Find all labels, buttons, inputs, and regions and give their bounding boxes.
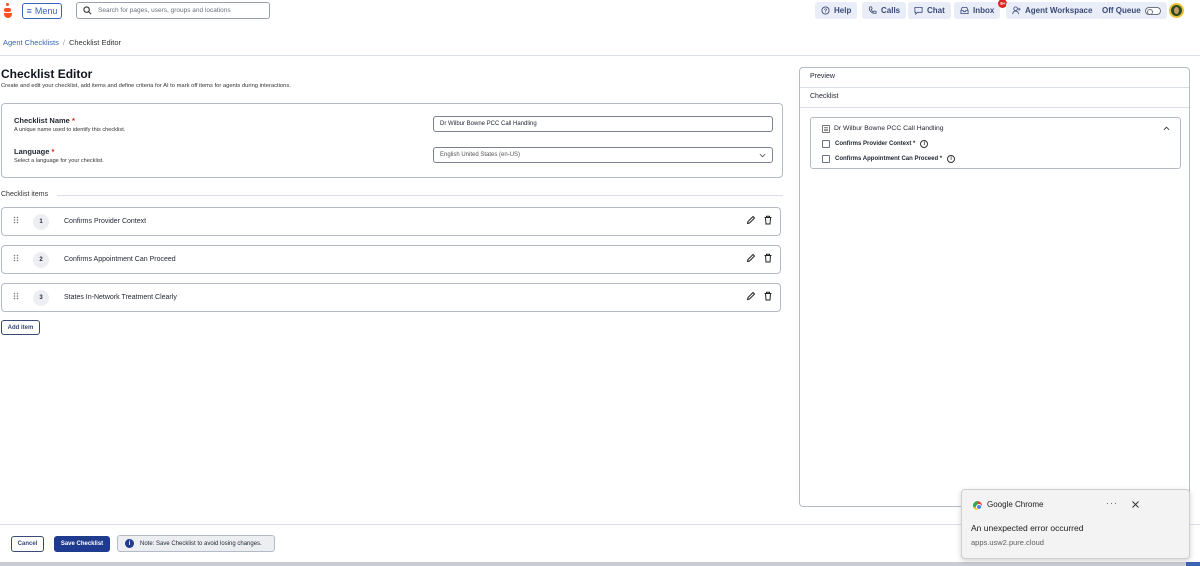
preview-checklist-row: Confirms Provider Context * i — [822, 140, 929, 148]
preview-panel: Preview Checklist Dr Wilbur Bowne PCC Ca… — [799, 67, 1190, 507]
notification-app-name: Google Chrome — [987, 500, 1044, 509]
help-icon: ? — [821, 6, 830, 15]
required-mark: * — [51, 147, 55, 156]
trash-icon[interactable] — [763, 253, 773, 263]
trash-icon[interactable] — [763, 291, 773, 301]
chevron-up-icon[interactable] — [1163, 125, 1170, 132]
drag-handle-icon[interactable] — [13, 254, 19, 264]
info-icon: i — [125, 539, 134, 548]
close-icon[interactable] — [1131, 500, 1140, 509]
page-title: Checklist Editor — [1, 67, 93, 81]
divider — [800, 87, 1189, 88]
language-label: Language * — [14, 147, 54, 156]
save-note: i Note: Save Checklist to avoid losing c… — [117, 535, 275, 552]
checklist-name-label-text: Checklist Name — [14, 116, 70, 125]
drag-handle-icon[interactable] — [13, 292, 19, 302]
item-number: 2 — [33, 252, 49, 268]
required-mark: * — [71, 116, 75, 125]
chrome-notification[interactable]: Google Chrome ··· An unexpected error oc… — [961, 489, 1190, 559]
language-label-text: Language — [14, 147, 50, 156]
language-select[interactable]: English United States (en-US) — [433, 147, 773, 163]
genesys-logo — [3, 3, 13, 20]
preview-row-label: Confirms Provider Context * — [835, 141, 916, 147]
pencil-icon[interactable] — [746, 215, 756, 225]
inbox-button[interactable]: Inbox 9+ — [954, 0, 1008, 19]
chat-icon — [914, 6, 923, 15]
more-options-icon[interactable]: ··· — [1106, 498, 1118, 508]
checklist-name-label: Checklist Name * — [14, 116, 75, 125]
info-icon[interactable]: i — [947, 155, 956, 163]
preview-subheading: Checklist — [810, 93, 839, 100]
language-value: English United States (en-US) — [440, 152, 521, 158]
calls-label: Calls — [881, 6, 901, 15]
checklist-items-heading: Checklist items — [1, 191, 49, 198]
avatar[interactable] — [1169, 3, 1184, 18]
drag-handle-icon[interactable] — [13, 216, 19, 226]
phone-icon — [868, 6, 877, 14]
chrome-icon — [973, 501, 982, 510]
trash-icon[interactable] — [763, 215, 773, 225]
preview-checklist-row: Confirms Appointment Can Proceed * i — [822, 155, 956, 163]
item-label: Confirms Provider Context — [64, 218, 147, 225]
inbox-icon — [960, 6, 969, 15]
hamburger-icon: ≡ — [26, 6, 32, 16]
save-checklist-button[interactable]: Save Checklist — [54, 536, 110, 552]
breadcrumb-agent-checklists[interactable]: Agent Checklists — [3, 38, 59, 47]
breadcrumb-separator: / — [62, 38, 65, 47]
info-icon[interactable]: i — [920, 140, 929, 148]
item-label: Confirms Appointment Can Proceed — [64, 256, 176, 263]
workspace-label: Agent Workspace — [1025, 6, 1093, 15]
menu-button[interactable]: ≡ Menu — [22, 3, 62, 19]
preview-heading: Preview — [810, 73, 835, 80]
preview-checkbox[interactable] — [822, 140, 830, 148]
checklist-settings-card: Checklist Name * A unique name used to i… — [1, 103, 783, 178]
divider — [0, 55, 1200, 56]
breadcrumb-current: Checklist Editor — [68, 38, 122, 47]
svg-text:?: ? — [824, 9, 827, 15]
pencil-icon[interactable] — [746, 291, 756, 301]
queue-switch[interactable] — [1144, 6, 1161, 15]
chat-button[interactable]: Chat — [908, 2, 951, 19]
divider — [57, 195, 783, 196]
agent-workspace-button[interactable]: Agent Workspace — [1006, 2, 1099, 19]
cancel-button[interactable]: Cancel — [11, 536, 44, 552]
help-button[interactable]: ? Help — [815, 2, 858, 19]
inbox-label: Inbox — [973, 6, 995, 15]
checklist-icon — [822, 125, 830, 133]
checklist-name-help: A unique name used to identify this chec… — [14, 127, 126, 133]
checklist-item[interactable]: 2 Confirms Appointment Can Proceed — [1, 245, 781, 274]
calls-button[interactable]: Calls — [862, 2, 907, 19]
menu-label: Menu — [34, 6, 58, 16]
chevron-down-icon — [759, 153, 766, 158]
page-description: Create and edit your checklist, add item… — [1, 83, 291, 89]
preview-checklist-title: Dr Wilbur Bowne PCC Call Handling — [834, 125, 944, 132]
preview-checkbox[interactable] — [822, 155, 830, 163]
user-plus-icon — [1012, 6, 1021, 15]
notification-title: An unexpected error occurred — [971, 523, 1084, 533]
checklist-item[interactable]: 1 Confirms Provider Context — [1, 207, 781, 236]
taskbar-strip — [0, 562, 1200, 566]
divider — [800, 107, 1189, 108]
queue-label: Off Queue — [1102, 6, 1141, 15]
notification-source: apps.usw2.pure.cloud — [971, 538, 1044, 547]
search-input[interactable] — [98, 7, 258, 14]
pencil-icon[interactable] — [746, 253, 756, 263]
item-number: 3 — [33, 290, 49, 306]
help-label: Help — [834, 6, 852, 15]
preview-checklist-card: Dr Wilbur Bowne PCC Call Handling Confir… — [810, 117, 1181, 169]
search-icon — [83, 6, 92, 15]
queue-toggle[interactable]: Off Queue — [1096, 2, 1167, 19]
preview-row-label: Confirms Appointment Can Proceed * — [835, 156, 943, 162]
checklist-name-input[interactable]: Dr Wilbur Bowne PCC Call Handling — [433, 116, 773, 132]
item-number: 1 — [33, 214, 49, 230]
add-item-button[interactable]: Add item — [1, 320, 40, 335]
global-search[interactable] — [76, 2, 270, 19]
language-help: Select a language for your checklist. — [14, 158, 104, 164]
breadcrumb: Agent Checklists / Checklist Editor — [3, 38, 121, 47]
chat-label: Chat — [927, 6, 945, 15]
item-label: States In-Network Treatment Clearly — [64, 294, 177, 301]
top-bar: ≡ Menu ? Help Calls Chat Inbox 9+ Agent … — [0, 0, 1200, 22]
checklist-item[interactable]: 3 States In-Network Treatment Clearly — [1, 283, 781, 312]
save-note-text: Note: Save Checklist to avoid losing cha… — [140, 540, 262, 547]
